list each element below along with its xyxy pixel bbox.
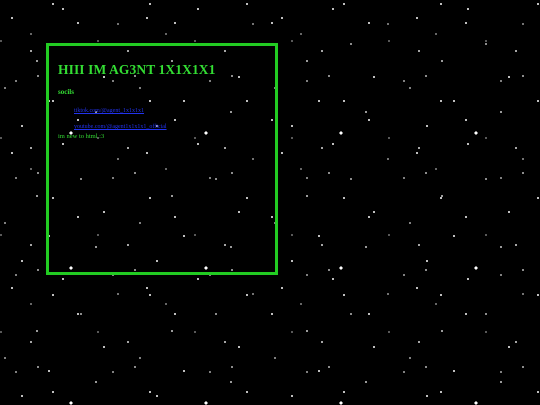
social-link-tiktok[interactable]: tiktok.com/@agent_1x1x1x1 (74, 108, 144, 114)
starfield-background: HIII IM AG3NT 1X1X1X1 socils tiktok.com/… (0, 0, 540, 405)
content-panel: HIII IM AG3NT 1X1X1X1 socils tiktok.com/… (46, 43, 278, 275)
socials-heading: socils (58, 88, 74, 96)
page-title: HIII IM AG3NT 1X1X1X1 (58, 62, 216, 77)
social-link-youtube[interactable]: youtube.com/@agent1x1x1x1_official (74, 124, 167, 130)
intro-note: im new to html :3 (58, 133, 105, 140)
list-item: tiktok.com/@agent_1x1x1x1 (74, 103, 167, 119)
social-links-list: tiktok.com/@agent_1x1x1x1 youtube.com/@a… (74, 103, 167, 135)
